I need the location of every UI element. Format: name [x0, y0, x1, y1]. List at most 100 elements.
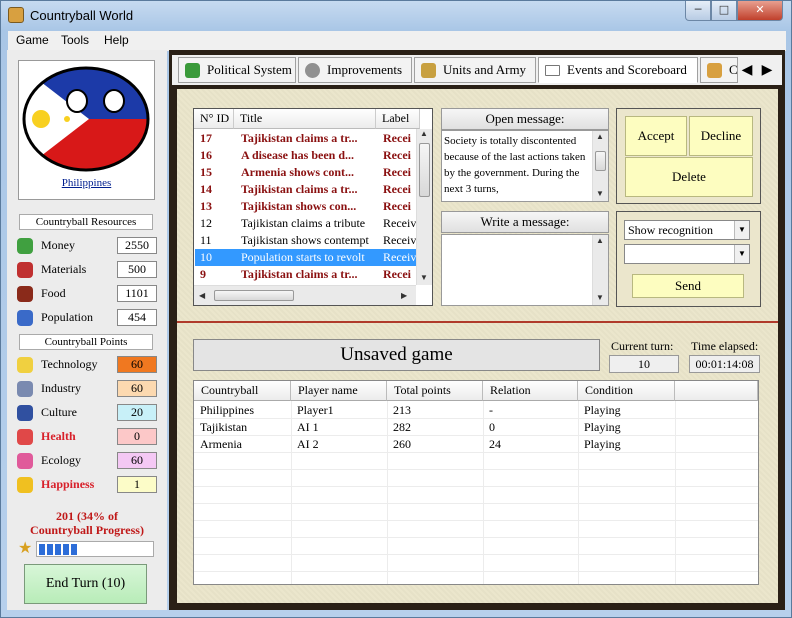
resource-value: 1101: [117, 285, 157, 302]
minimize-button[interactable]: ─: [685, 1, 711, 21]
sidebar: Philippines Countryball Resources Money …: [7, 50, 167, 610]
message-row[interactable]: 10 Population starts to revolt Receiv: [195, 249, 419, 266]
message-row[interactable]: 13 Tajikistan shows con... Recei: [195, 198, 419, 215]
menu-help[interactable]: Help: [104, 33, 129, 47]
end-turn-button[interactable]: End Turn (10): [24, 564, 147, 604]
score-cell: Philippines: [200, 403, 255, 417]
accept-button[interactable]: Accept: [625, 116, 687, 156]
score-row[interactable]: Philippines Player1 213 - Playing: [194, 402, 758, 419]
messages-list[interactable]: N° ID Title Label 17 Tajikistan claims a…: [193, 108, 433, 306]
time-elapsed-value: 00:01:14:08: [689, 355, 760, 373]
tab-units-and-army[interactable]: Units and Army: [414, 57, 536, 83]
message-actions: Accept Decline Delete: [616, 108, 761, 204]
messages-hscroll[interactable]: ◀ ▶: [194, 285, 416, 305]
scroll-right-icon[interactable]: ▶: [401, 291, 407, 300]
col-header-title[interactable]: Title: [234, 109, 376, 129]
score-row[interactable]: Tajikistan AI 1 282 0 Playing: [194, 419, 758, 436]
resource-label: Materials: [41, 262, 87, 276]
score-row[interactable]: Armenia AI 2 260 24 Playing: [194, 436, 758, 453]
resource-materials: Materials 500: [17, 260, 157, 280]
message-row[interactable]: 9 Tajikistan claims a tr... Recei: [195, 266, 419, 283]
close-button[interactable]: ✕: [737, 1, 783, 21]
chevron-down-icon[interactable]: ▼: [734, 245, 749, 263]
scroll-up-icon[interactable]: ▲: [420, 129, 428, 138]
message-label: Receiv: [383, 233, 417, 247]
message-row[interactable]: 16 A disease has been d... Recei: [195, 147, 419, 164]
maximize-button[interactable]: □: [711, 1, 737, 21]
message-label: Receiv: [383, 250, 417, 264]
write-message-input[interactable]: [441, 234, 609, 306]
recipient-select[interactable]: ▼: [624, 244, 750, 264]
message-row[interactable]: 17 Tajikistan claims a tr... Recei: [195, 130, 419, 147]
rainbow-icon: [17, 453, 33, 469]
tab-events-and-scoreboard[interactable]: Events and Scoreboard: [538, 57, 698, 83]
scroll-thumb[interactable]: [419, 143, 430, 197]
point-value: 60: [117, 380, 157, 397]
menu-game[interactable]: Game: [16, 33, 49, 47]
scroll-up-icon[interactable]: ▲: [596, 236, 604, 245]
scroll-down-icon[interactable]: ▼: [596, 189, 604, 198]
heart-icon: [17, 429, 33, 445]
message-row[interactable]: 14 Tajikistan claims a tr... Recei: [195, 181, 419, 198]
tab-scroll-left-icon[interactable]: ◀: [737, 60, 757, 82]
score-cell: 282: [393, 420, 411, 434]
open-message-vscroll[interactable]: ▲ ▼: [592, 131, 608, 201]
country-name-link[interactable]: Philippines: [19, 177, 154, 189]
point-value: 1: [117, 476, 157, 493]
smiley-icon: [17, 477, 33, 493]
col-header-countryball[interactable]: Countryball: [194, 381, 291, 401]
progress-segment: [39, 544, 45, 555]
col-header-condition[interactable]: Condition: [578, 381, 675, 401]
scroll-down-icon[interactable]: ▼: [596, 293, 604, 302]
scroll-down-icon[interactable]: ▼: [420, 273, 428, 282]
write-message-vscroll[interactable]: ▲ ▼: [592, 235, 608, 305]
progress-line-2: Countryball Progress): [30, 523, 144, 537]
scroll-up-icon[interactable]: ▲: [596, 132, 604, 141]
tab-political-system[interactable]: Political System: [178, 57, 296, 83]
message-label: Recei: [383, 199, 411, 213]
open-message-label: Open message:: [441, 108, 609, 130]
send-button[interactable]: Send: [632, 274, 744, 298]
message-id: 13: [200, 199, 212, 213]
col-header-id[interactable]: N° ID: [194, 109, 234, 129]
scroll-left-icon[interactable]: ◀: [199, 291, 205, 300]
grid-line: [194, 554, 758, 555]
messages-vscroll[interactable]: ▲ ▼: [416, 129, 432, 285]
message-id: 10: [200, 250, 212, 264]
decline-button[interactable]: Decline: [689, 116, 753, 156]
resource-money: Money 2550: [17, 236, 157, 256]
tab-c[interactable]: C: [700, 57, 738, 83]
menu-tools[interactable]: Tools: [61, 33, 89, 47]
chevron-down-icon[interactable]: ▼: [734, 221, 749, 239]
score-cell: 0: [489, 420, 495, 434]
game-title: Unsaved game: [193, 339, 600, 371]
scroll-thumb[interactable]: [214, 290, 294, 301]
point-technology: Technology 60: [17, 355, 157, 375]
scroll-thumb[interactable]: [595, 151, 606, 171]
col-header-total-points[interactable]: Total points: [387, 381, 483, 401]
col-header-label[interactable]: Label: [376, 109, 420, 129]
scoreboard-table[interactable]: Countryball Player name Total points Rel…: [193, 380, 759, 585]
col-header-relation[interactable]: Relation: [483, 381, 578, 401]
chart-icon: [185, 63, 200, 78]
delete-button[interactable]: Delete: [625, 157, 753, 197]
score-cell: Armenia: [200, 437, 242, 451]
wrench-icon: [17, 381, 33, 397]
tab-scroll-right-icon[interactable]: ▶: [757, 60, 777, 82]
title-bar[interactable]: Countryball World ─ □ ✕: [1, 1, 791, 31]
countryball-flag-image: [22, 66, 150, 172]
point-happiness: Happiness 1: [17, 475, 157, 495]
progress-segment: [55, 544, 61, 555]
message-id: 14: [200, 182, 212, 196]
message-row[interactable]: 11 Tajikistan shows contempt Receiv: [195, 232, 419, 249]
message-row[interactable]: 15 Armenia shows cont... Recei: [195, 164, 419, 181]
recognition-select[interactable]: Show recognition ▼: [624, 220, 750, 240]
tab-improvements[interactable]: Improvements: [298, 57, 412, 83]
col-header-player-name[interactable]: Player name: [291, 381, 387, 401]
tab-label: Political System: [207, 62, 292, 77]
progress-segment: [63, 544, 69, 555]
score-cell: 260: [393, 437, 411, 451]
message-row[interactable]: 12 Tajikistan claims a tribute Receiv: [195, 215, 419, 232]
point-culture: Culture 20: [17, 403, 157, 423]
score-cell: Playing: [584, 437, 621, 451]
